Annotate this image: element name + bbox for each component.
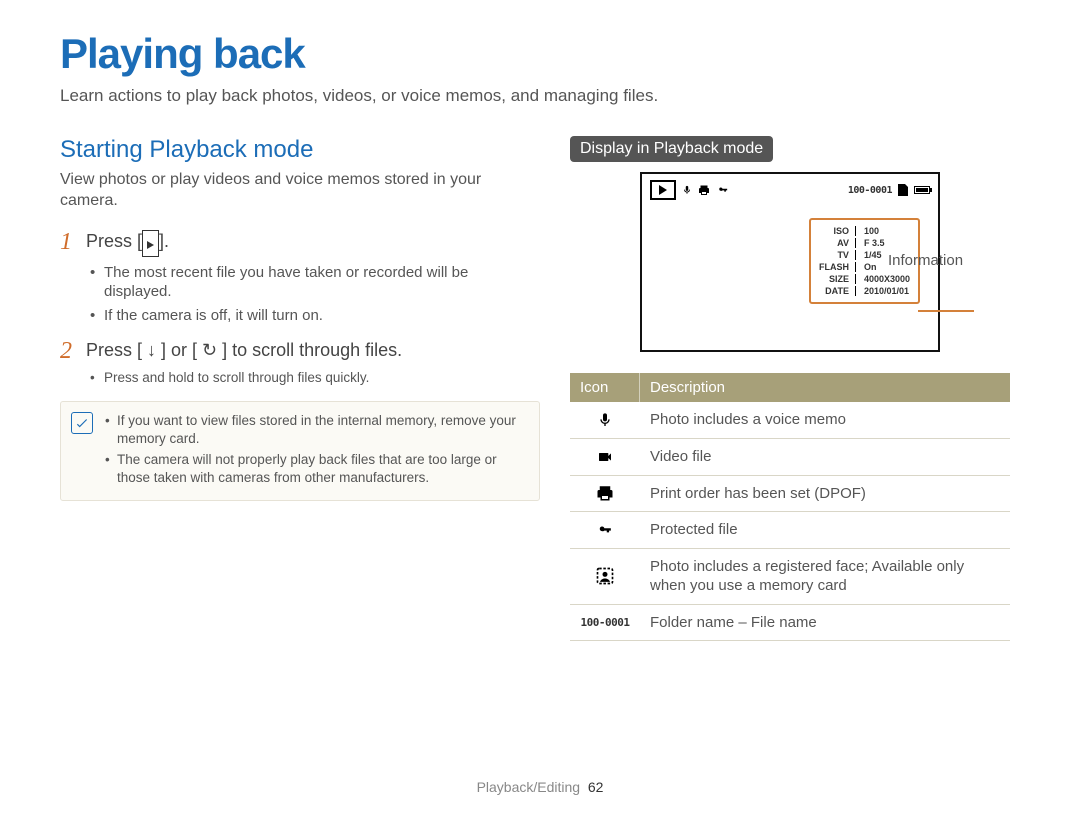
note-item: The camera will not properly play back f… — [105, 451, 527, 486]
step-2-text: Press [ ↓ ] or [ ↻ ] to scroll through f… — [86, 339, 402, 363]
footer-section: Playback/Editing — [477, 779, 581, 795]
note-item: If you want to view files stored in the … — [105, 412, 527, 447]
table-row: Photo includes a registered face; Availa… — [570, 549, 1010, 605]
table-row: Protected file — [570, 512, 1010, 549]
battery-icon — [914, 186, 930, 194]
step-1-bullet: If the camera is off, it will turn on. — [90, 306, 540, 326]
info-key: AV — [819, 238, 856, 248]
folder-file-code: 100-0001 — [848, 185, 892, 196]
mic-icon — [682, 184, 692, 196]
section-desc: View photos or play videos and voice mem… — [60, 170, 540, 212]
info-val: 4000X3000 — [858, 274, 910, 284]
folder-file-icon: 100-0001 — [581, 616, 630, 629]
footer-page-number: 62 — [588, 779, 604, 795]
printer-icon — [698, 184, 710, 196]
table-desc: Print order has been set (DPOF) — [640, 476, 1010, 512]
play-button-icon — [142, 230, 159, 257]
two-column-layout: Starting Playback mode View photos or pl… — [60, 136, 1020, 641]
table-desc: Photo includes a voice memo — [640, 402, 1010, 438]
info-key: SIZE — [819, 274, 856, 284]
step-1-text: Press []. — [86, 230, 169, 257]
step-1-bullets: The most recent file you have taken or r… — [90, 263, 540, 326]
face-icon — [595, 566, 615, 586]
left-column: Starting Playback mode View photos or pl… — [60, 136, 540, 641]
icon-table: Photo includes a voice memo Video file P… — [570, 402, 1010, 641]
note-box: If you want to view files stored in the … — [60, 401, 540, 501]
key-icon — [594, 523, 616, 537]
info-val: F 3.5 — [858, 238, 910, 248]
step-number: 2 — [60, 339, 78, 363]
info-val: 100 — [858, 226, 910, 236]
step-1-suffix: ]. — [159, 231, 169, 251]
step-1-bullet: The most recent file you have taken or r… — [90, 263, 540, 302]
page-title: Playing back — [60, 30, 1020, 78]
page-subtitle: Learn actions to play back photos, video… — [60, 86, 1020, 106]
table-desc: Video file — [640, 439, 1010, 475]
info-val: 2010/01/01 — [858, 286, 910, 296]
information-callout-label: Information — [888, 252, 963, 269]
icon-table-header: Icon Description — [570, 372, 1010, 402]
key-icon — [716, 185, 730, 195]
leader-line — [918, 310, 974, 312]
table-row: Print order has been set (DPOF) — [570, 476, 1010, 513]
step-1: 1 Press []. — [60, 230, 540, 257]
info-key: DATE — [819, 286, 856, 296]
table-row: Video file — [570, 439, 1010, 476]
sd-card-icon — [898, 184, 908, 196]
step-2-bullets: Press and hold to scroll through files q… — [90, 369, 540, 387]
note-icon — [71, 412, 93, 434]
step-number: 1 — [60, 230, 78, 257]
page-footer: Playback/Editing 62 — [0, 779, 1080, 795]
step-1-prefix: Press [ — [86, 231, 142, 251]
display-mode-label: Display in Playback mode — [570, 136, 773, 162]
step-2: 2 Press [ ↓ ] or [ ↻ ] to scroll through… — [60, 339, 540, 363]
printer-icon — [596, 484, 614, 502]
table-row: 100-0001 Folder name – File name — [570, 605, 1010, 642]
display-top-bar: 100-0001 — [650, 180, 930, 200]
table-desc: Protected file — [640, 512, 1010, 548]
step-2-bullet: Press and hold to scroll through files q… — [90, 369, 540, 387]
table-row: Photo includes a voice memo — [570, 402, 1010, 439]
videocam-icon — [595, 449, 615, 465]
table-desc: Folder name – File name — [640, 605, 1010, 641]
right-column: Display in Playback mode 100-0001 — [570, 136, 1010, 641]
th-desc: Description — [640, 373, 1010, 402]
playback-mode-icon — [650, 180, 676, 200]
info-key: FLASH — [819, 262, 856, 272]
info-key: ISO — [819, 226, 856, 236]
th-icon: Icon — [570, 373, 640, 402]
section-heading: Starting Playback mode — [60, 136, 540, 164]
info-key: TV — [819, 250, 856, 260]
table-desc: Photo includes a registered face; Availa… — [640, 549, 1010, 604]
mic-icon — [597, 410, 613, 430]
